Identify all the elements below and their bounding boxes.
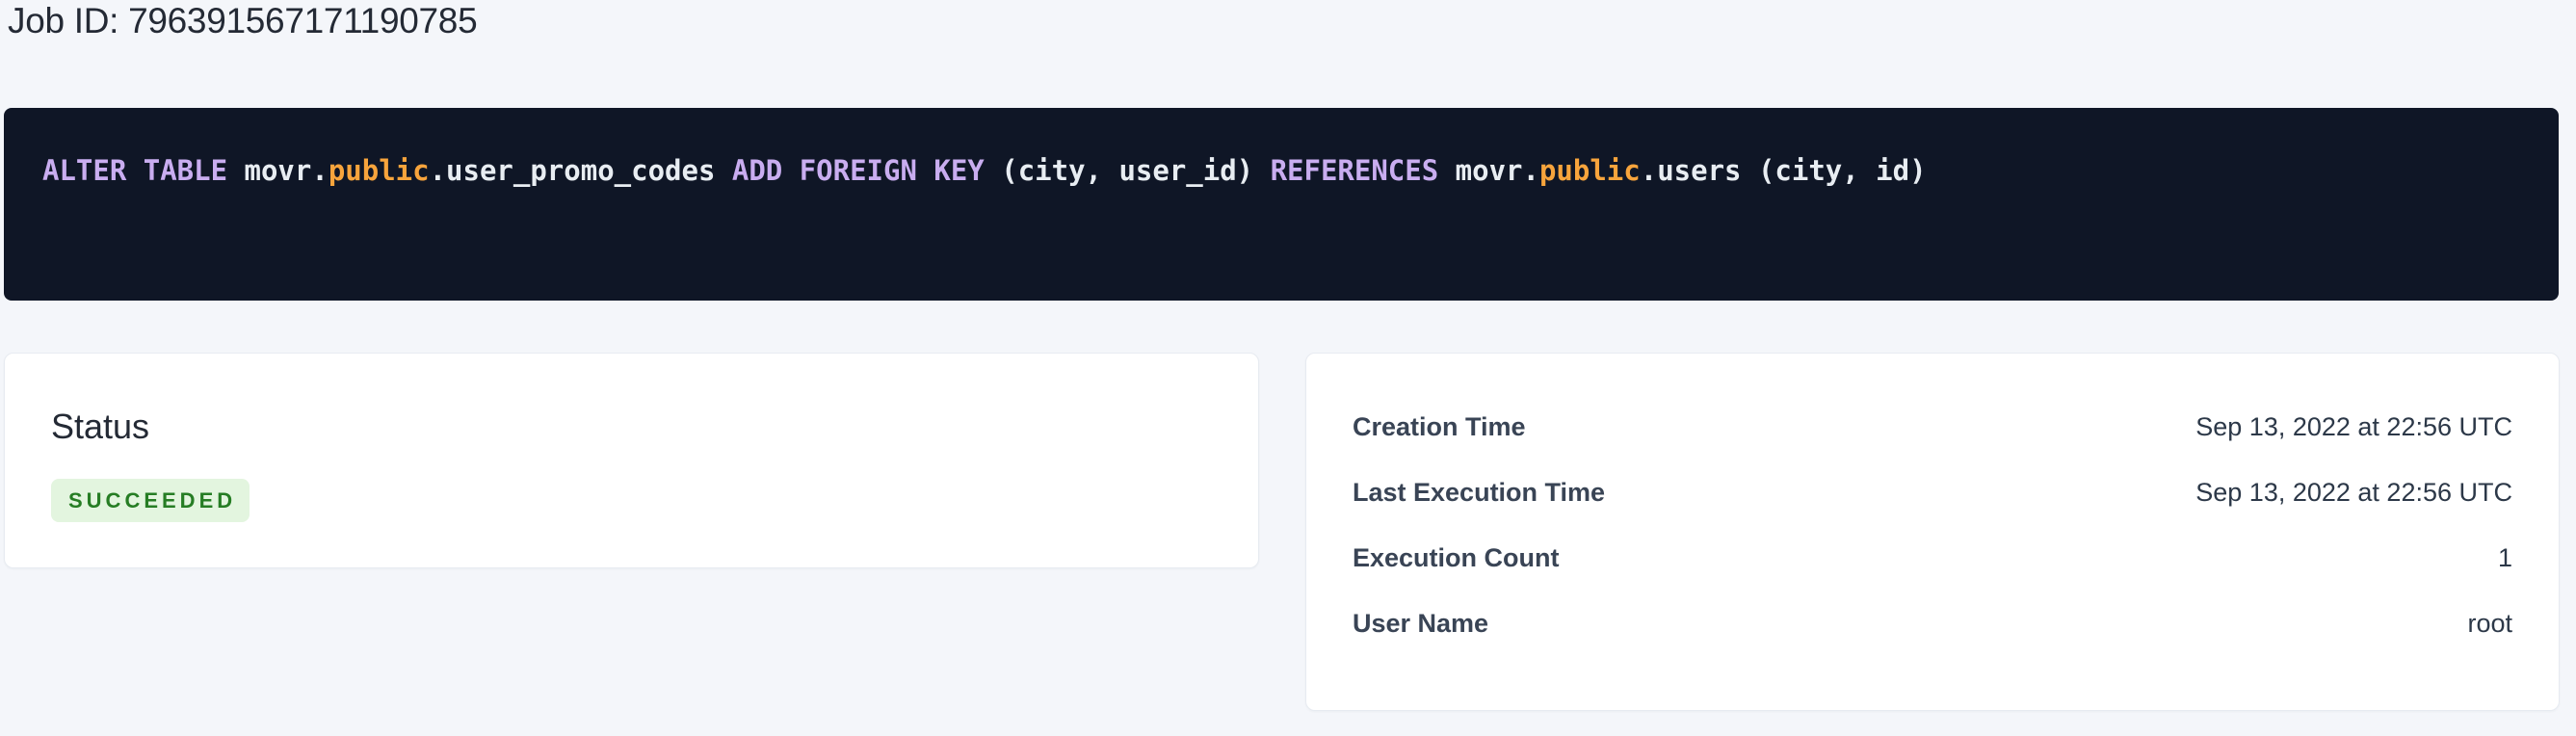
detail-row: Creation Time Sep 13, 2022 at 22:56 UTC <box>1353 394 2512 460</box>
detail-label: Last Execution Time <box>1353 478 1605 508</box>
detail-label: Creation Time <box>1353 412 1526 442</box>
detail-value: Sep 13, 2022 at 22:56 UTC <box>2195 412 2512 442</box>
page-title: Job ID: 796391567171190785 <box>8 0 477 42</box>
detail-label: Execution Count <box>1353 543 1560 573</box>
detail-label: User Name <box>1353 609 1488 639</box>
sql-token-plain: movr. <box>245 154 329 187</box>
detail-row: User Name root <box>1353 591 2512 656</box>
sql-code: ALTER TABLE movr.public.user_promo_codes… <box>42 154 1927 187</box>
detail-value: root <box>2467 609 2512 639</box>
sql-token-keyword: REFERENCES <box>1271 154 1456 187</box>
sql-statement-box: ALTER TABLE movr.public.user_promo_codes… <box>4 108 2559 301</box>
sql-token-schema: public <box>1539 154 1641 187</box>
sql-token-plain: .user_promo_codes <box>430 154 732 187</box>
sql-token-plain: .users (city, id) <box>1641 154 1927 187</box>
sql-token-keyword: ALTER TABLE <box>42 154 245 187</box>
status-card: Status SUCCEEDED <box>4 353 1259 568</box>
sql-token-schema: public <box>329 154 430 187</box>
detail-rows: Creation TimeSep 13, 2022 at 22:56 UTCLa… <box>1353 394 2512 656</box>
sql-token-keyword: ADD FOREIGN KEY <box>732 154 1001 187</box>
details-card: Creation TimeSep 13, 2022 at 22:56 UTCLa… <box>1305 353 2560 711</box>
summary-cards: Status SUCCEEDED Creation Time Sep 13, 20… <box>4 353 2560 711</box>
detail-row: Execution Count 1 <box>1353 525 2512 591</box>
sql-token-plain: (city, user_id) <box>1001 154 1270 187</box>
status-card-title: Status <box>51 407 1212 446</box>
detail-value: Sep 13, 2022 at 22:56 UTC <box>2195 478 2512 508</box>
sql-token-plain: movr. <box>1456 154 1539 187</box>
detail-row: Last Execution Time Sep 13, 2022 at 22:56… <box>1353 460 2512 525</box>
status-badge: SUCCEEDED <box>51 479 250 522</box>
detail-value: 1 <box>2498 543 2512 573</box>
